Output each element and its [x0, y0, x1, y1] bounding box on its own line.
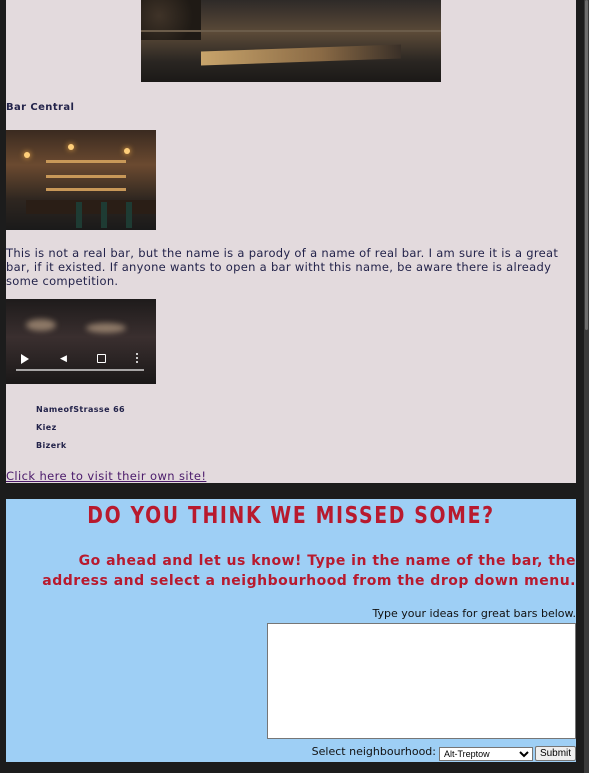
bar-shelf — [46, 188, 126, 191]
bar-stool — [126, 202, 132, 228]
video-blur — [86, 323, 126, 333]
bar-card: Bar Central This is not a real bar, but … — [6, 0, 576, 483]
suggest-heading: DO YOU THINK WE MISSED SOME? — [87, 503, 495, 529]
address-street: NameofStrasse 66 — [36, 405, 126, 414]
bar-photo — [6, 130, 156, 230]
bar-lamp — [24, 152, 30, 158]
more-vertical-icon[interactable] — [136, 353, 139, 365]
bar-shelf — [46, 160, 126, 163]
suggest-subheading: Go ahead and let us know! Type in the na… — [42, 553, 576, 589]
neighbourhood-select[interactable]: Alt-Treptow — [439, 747, 533, 761]
video-controls: ◀ — [6, 350, 156, 370]
bar-lamp — [124, 148, 130, 154]
hero-tree — [141, 0, 201, 40]
address-district: Bizerk — [36, 441, 67, 450]
bar-shelf — [46, 175, 126, 178]
textarea-label: Type your ideas for great bars below. — [372, 607, 576, 620]
bar-stool — [76, 202, 82, 228]
hero-image — [141, 0, 441, 82]
scrollbar-thumb[interactable] — [585, 0, 588, 330]
hero-rail — [141, 30, 441, 32]
select-label: Select neighbourhood: — [311, 745, 436, 758]
address-kiez: Kiez — [36, 423, 57, 432]
video-progress-bar[interactable] — [16, 369, 144, 371]
bar-description: This is not a real bar, but the name is … — [6, 246, 559, 288]
play-icon[interactable] — [21, 354, 29, 364]
bar-lamp — [68, 144, 74, 150]
bar-title: Bar Central — [6, 102, 75, 113]
bar-counter — [26, 200, 156, 214]
address-list: NameofStrasse 66 Kiez Bizerk — [36, 404, 125, 458]
video-player[interactable]: ◀ — [6, 299, 156, 384]
suggest-form: DO YOU THINK WE MISSED SOME? Go ahead an… — [6, 499, 576, 762]
video-blur — [26, 319, 56, 331]
ideas-textarea[interactable] — [267, 623, 576, 739]
fullscreen-icon[interactable] — [97, 354, 106, 363]
hero-road — [201, 44, 401, 66]
submit-button[interactable]: Submit — [535, 746, 576, 761]
visit-site-link[interactable]: Click here to visit their own site! — [6, 469, 206, 483]
volume-icon[interactable]: ◀ — [60, 354, 70, 364]
bar-stool — [101, 202, 107, 228]
